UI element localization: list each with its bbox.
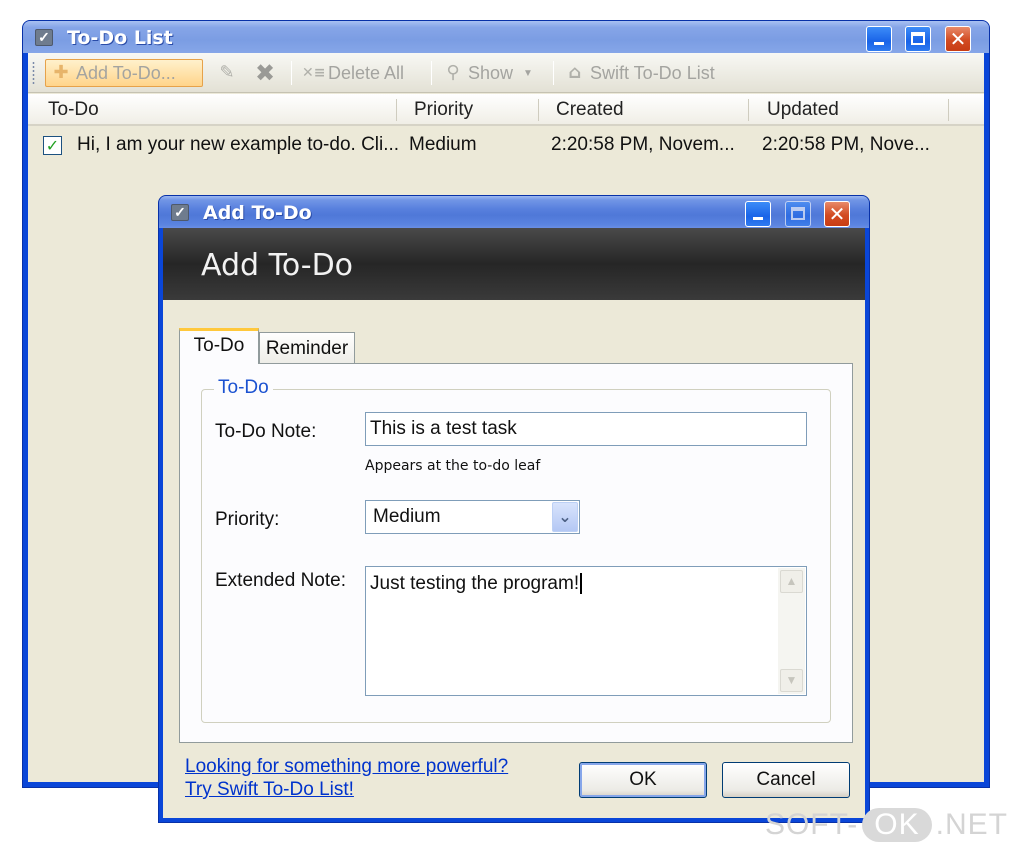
todo-note-hint: Appears at the to-do leaf xyxy=(365,458,541,474)
swift-todo-button[interactable]: ⌂ Swift To-Do List xyxy=(560,59,715,87)
delete-all-button[interactable]: ✕≡ Delete All xyxy=(298,59,404,87)
dialog-title: Add To-Do xyxy=(203,202,312,224)
dialog-check-icon: ✓ xyxy=(171,204,189,221)
powerful-link[interactable]: Looking for something more powerful? xyxy=(185,756,508,778)
ok-button[interactable]: OK xyxy=(579,762,707,798)
delete-all-icon: ✕≡ xyxy=(302,65,326,81)
edit-button[interactable]: ✎ xyxy=(212,59,242,87)
pencil-icon: ✎ xyxy=(219,62,235,83)
try-swift-link[interactable]: Try Swift To-Do List! xyxy=(185,779,354,801)
minimize-icon xyxy=(753,217,763,220)
dialog-client-area: Add To-Do To-Do Reminder To-Do To-Do Not… xyxy=(163,228,865,818)
delete-all-label: Delete All xyxy=(328,62,405,83)
list-header: To-Do Priority Created Updated xyxy=(28,94,984,126)
priority-select-value: Medium xyxy=(373,506,441,527)
todo-note-input[interactable]: This is a test task xyxy=(365,412,807,446)
add-todo-label: Add To-Do... xyxy=(76,62,176,83)
todo-note-label: To-Do Note: xyxy=(215,421,317,442)
column-divider[interactable] xyxy=(948,99,949,121)
toolbar-separator xyxy=(431,61,432,85)
todo-text: Hi, I am your new example to-do. Cli... xyxy=(77,134,400,155)
extended-note-textarea[interactable]: Just testing the program! ▲ ▼ xyxy=(365,566,807,696)
minimize-icon xyxy=(874,42,884,45)
column-divider[interactable] xyxy=(538,99,539,121)
maximize-button[interactable] xyxy=(905,26,931,52)
text-cursor xyxy=(580,573,583,594)
magnifier-icon: ⚲ xyxy=(446,62,460,83)
chevron-down-icon[interactable]: ⌄ xyxy=(552,502,578,532)
maximize-icon xyxy=(911,32,925,45)
app-check-icon: ✓ xyxy=(35,29,53,46)
minimize-button[interactable] xyxy=(866,26,892,52)
extended-note-scrollbar[interactable]: ▲ ▼ xyxy=(778,568,805,694)
todo-groupbox: To-Do To-Do Note: This is a test task Ap… xyxy=(201,377,831,723)
watermark-right: .NET xyxy=(935,808,1008,841)
dialog-titlebar[interactable]: ✓ Add To-Do ✕ xyxy=(159,196,869,228)
extended-note-text: Just testing the program! xyxy=(370,573,580,594)
delete-icon: ✖ xyxy=(254,59,276,87)
group-title: To-Do xyxy=(214,377,273,399)
close-icon: ✕ xyxy=(828,202,846,226)
banner-title: Add To-Do xyxy=(201,248,354,283)
todo-updated: 2:20:58 PM, Nove... xyxy=(762,134,930,155)
column-header-priority[interactable]: Priority xyxy=(414,99,473,121)
watermark-ok: OK xyxy=(862,808,932,842)
add-todo-dialog: ✓ Add To-Do ✕ Add To-Do To-Do Reminder T… xyxy=(158,195,870,823)
tab-todo[interactable]: To-Do xyxy=(179,328,259,364)
column-header-updated[interactable]: Updated xyxy=(767,99,839,121)
main-titlebar[interactable]: ✓ To-Do List ✕ xyxy=(23,21,989,53)
show-dropdown-button[interactable]: ⚲ Show ▼ xyxy=(438,59,533,87)
column-header-created[interactable]: Created xyxy=(556,99,624,121)
watermark: SOFT- OK .NET xyxy=(765,808,1008,842)
toolbar-separator xyxy=(553,61,554,85)
toolbar-separator xyxy=(291,61,292,85)
extended-note-label: Extended Note: xyxy=(215,570,346,591)
todo-created: 2:20:58 PM, Novem... xyxy=(551,134,735,155)
cancel-button[interactable]: Cancel xyxy=(722,762,850,798)
priority-label: Priority: xyxy=(215,509,280,530)
column-header-todo[interactable]: To-Do xyxy=(48,99,99,121)
maximize-icon xyxy=(791,207,805,220)
dialog-maximize-button xyxy=(785,201,811,227)
watermark-left: SOFT- xyxy=(764,808,859,841)
priority-select[interactable]: Medium ⌄ xyxy=(365,500,580,534)
column-divider[interactable] xyxy=(748,99,749,121)
delete-button[interactable]: ✖ xyxy=(250,59,280,87)
scroll-down-icon[interactable]: ▼ xyxy=(780,669,803,692)
dialog-close-button[interactable]: ✕ xyxy=(824,201,850,227)
tab-reminder[interactable]: Reminder xyxy=(259,332,355,366)
main-window-title: To-Do List xyxy=(67,27,173,49)
add-icon: ✚ xyxy=(53,62,69,83)
close-button[interactable]: ✕ xyxy=(945,26,971,52)
dialog-banner: Add To-Do xyxy=(163,228,865,300)
swift-icon: ⌂ xyxy=(568,62,582,83)
toolbar: ✚ Add To-Do... ✎ ✖ ✕≡ Delete All ⚲ Show … xyxy=(28,53,984,93)
dropdown-arrow-icon: ▼ xyxy=(523,67,533,79)
close-icon: ✕ xyxy=(949,27,967,51)
scroll-up-icon[interactable]: ▲ xyxy=(780,570,803,593)
add-todo-button[interactable]: ✚ Add To-Do... xyxy=(45,59,203,87)
dialog-minimize-button[interactable] xyxy=(745,201,771,227)
column-divider[interactable] xyxy=(396,99,397,121)
toolbar-grip[interactable] xyxy=(32,61,35,85)
tab-panel-todo: To-Do To-Do Note: This is a test task Ap… xyxy=(179,363,853,743)
show-label: Show xyxy=(468,62,514,83)
todo-priority: Medium xyxy=(409,134,477,155)
todo-checkbox[interactable]: ✓ xyxy=(43,136,62,155)
swift-label: Swift To-Do List xyxy=(590,62,715,83)
